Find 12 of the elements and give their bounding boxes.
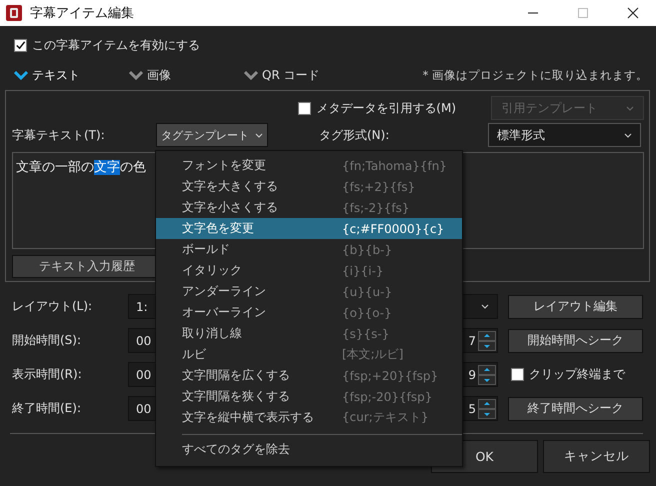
field-label: タグ形式(N):: [318, 126, 390, 144]
note-text: * 画像はプロジェクトに取り込まれます。: [422, 68, 649, 82]
field-label: 表示時間(R):: [12, 366, 83, 383]
field-label: 開始時間(S):: [12, 332, 82, 349]
checkbox-label: この字幕アイテムを有効にする: [32, 36, 200, 54]
checkbox-label: メタデータを引用する(M): [316, 100, 456, 116]
subtitle-text: 文章の一部の文字の色: [16, 160, 146, 175]
field-label: 終了時間(E):: [12, 400, 82, 417]
window-title: 字幕アイテム編集: [30, 5, 134, 22]
field-label: 字幕テキスト(T):: [12, 126, 106, 144]
checkbox-label: クリップ終端まで: [529, 366, 625, 383]
field-label: レイアウト(L):: [12, 298, 94, 315]
